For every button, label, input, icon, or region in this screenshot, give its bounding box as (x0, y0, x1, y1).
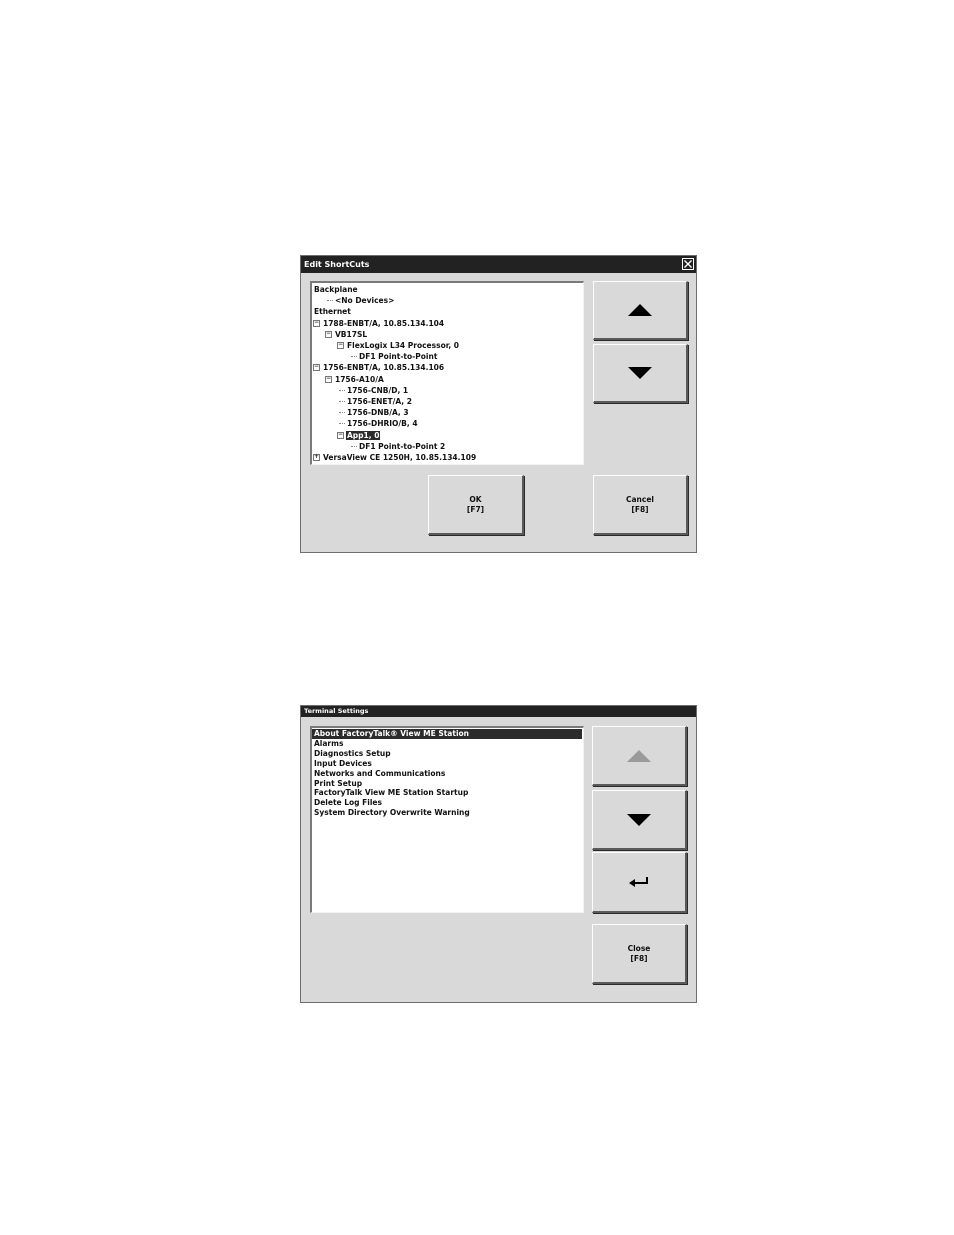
arrow-down-icon (627, 813, 651, 826)
dialog-title-bar: Edit ShortCuts (301, 256, 696, 273)
arrow-down-icon (628, 367, 652, 379)
tree-item[interactable]: − App1, 0 (337, 430, 381, 441)
close-key: [F8] (630, 953, 648, 963)
tree-connector (339, 389, 345, 391)
tree-item[interactable]: DF1 Point-to-Point 2 (349, 441, 446, 452)
tree-item-label: <No Devices> (335, 296, 395, 306)
tree-item[interactable]: 1756-DHRIO/B, 4 (337, 418, 419, 429)
tree-item[interactable]: Ethernet (313, 306, 352, 317)
tree-item-label: VB17SL (335, 329, 368, 339)
list-item[interactable]: Networks and Communications (312, 769, 582, 779)
tree-item-label: App1, 0 (346, 430, 381, 440)
arrow-up-icon (628, 304, 652, 316)
list-item[interactable]: Diagnostics Setup (312, 749, 582, 759)
tree-item-label: 1756-DNB/A, 3 (347, 408, 409, 418)
cancel-label: Cancel (625, 494, 654, 504)
expand-icon[interactable]: + (313, 454, 320, 461)
ok-label: OK (469, 494, 482, 504)
tree-item[interactable]: DF1 Point-to-Point (349, 351, 438, 362)
list-item[interactable]: About FactoryTalk® View ME Station (312, 729, 582, 739)
tree-item[interactable]: + VersaView CE 1250H, 10.85.134.109 (313, 452, 477, 463)
tree-connector (351, 356, 357, 358)
dialog-title-bar: Terminal Settings (301, 706, 696, 717)
collapse-icon[interactable]: − (325, 375, 332, 383)
edit-shortcuts-dialog: Edit ShortCuts Backplane <No Devices> Ethe… (300, 255, 697, 553)
tree-item-label: 1756-CNB/D, 1 (347, 385, 409, 395)
tree-item[interactable]: 1756-ENET/A, 2 (337, 396, 413, 407)
enter-icon (629, 877, 648, 887)
tree-item[interactable]: −1788-ENBT/A, 10.85.134.104 (313, 318, 445, 329)
tree-item-label: 1756-DHRIO/B, 4 (347, 419, 418, 429)
list-item[interactable]: Delete Log Files (312, 798, 582, 808)
settings-list[interactable]: About FactoryTalk® View ME Station Alarms… (310, 726, 584, 913)
tree-item-label: Backplane (314, 285, 358, 294)
close-button[interactable]: Close [F8] (592, 924, 687, 984)
shortcuts-tree[interactable]: Backplane <No Devices> Ethernet −1788-ENBT/… (310, 281, 584, 465)
tree-item[interactable]: 1756-CNB/D, 1 (337, 385, 409, 396)
collapse-icon[interactable]: − (313, 364, 320, 372)
scroll-up-button[interactable] (592, 726, 687, 786)
tree-item-label: 1788-ENBT/A, 10.85.134.104 (323, 318, 445, 328)
list-item[interactable]: System Directory Overwrite Warning (312, 808, 582, 818)
enter-button[interactable] (592, 852, 687, 913)
close-label: Close (627, 943, 651, 953)
collapse-icon[interactable]: − (337, 342, 344, 349)
arrow-up-icon (627, 749, 651, 762)
tree-connector (339, 423, 345, 425)
close-button[interactable] (682, 258, 694, 270)
list-item[interactable]: Input Devices (312, 759, 582, 769)
list-item[interactable]: Alarms (312, 739, 582, 749)
cancel-button[interactable]: Cancel [F8] (593, 475, 688, 535)
dialog-title: Edit ShortCuts (304, 260, 370, 269)
collapse-icon[interactable]: − (337, 431, 344, 439)
tree-connector (339, 401, 345, 402)
scroll-up-button[interactable] (593, 281, 688, 340)
scroll-down-button[interactable] (592, 790, 687, 850)
collapse-icon[interactable]: − (313, 319, 320, 327)
tree-item[interactable]: <No Devices> (325, 295, 395, 306)
tree-item[interactable]: −1756-A10/A (325, 374, 385, 385)
list-item[interactable]: FactoryTalk View ME Station Startup (312, 788, 582, 798)
ok-button[interactable]: OK [F7] (428, 475, 524, 535)
scroll-down-button[interactable] (593, 344, 688, 403)
tree-item-label: Ethernet (314, 307, 351, 317)
terminal-settings-dialog: Terminal Settings About FactoryTalk® Vie… (300, 705, 697, 1003)
dialog-title: Terminal Settings (304, 707, 369, 715)
tree-item-label: 1756-ENET/A, 2 (347, 397, 412, 406)
tree-item[interactable]: − VB17SL (325, 329, 368, 340)
tree-item-label: 1756-ENBT/A, 10.85.134.106 (323, 363, 445, 373)
tree-item-label: DF1 Point-to-Point 2 (359, 441, 446, 451)
tree-item-label: DF1 Point-to-Point (359, 352, 438, 362)
cancel-key: [F8] (631, 504, 649, 514)
close-icon (684, 260, 692, 268)
tree-item-label: VersaView CE 1250H, 10.85.134.109 (323, 453, 477, 462)
tree-item-label: 1756-A10/A (335, 374, 384, 384)
tree-item[interactable]: −1756-ENBT/A, 10.85.134.106 (313, 362, 445, 373)
ok-key: [F7] (466, 504, 485, 514)
tree-connector (327, 300, 333, 302)
tree-item-label: FlexLogix L34 Processor, 0 (347, 341, 460, 350)
tree-item[interactable]: 1756-DNB/A, 3 (337, 407, 410, 418)
tree-connector (339, 412, 345, 414)
list-item[interactable]: Print Setup (312, 779, 582, 789)
tree-item[interactable]: Backplane (313, 284, 359, 295)
tree-connector (351, 445, 357, 447)
collapse-icon[interactable]: − (325, 330, 332, 338)
tree-item[interactable]: − FlexLogix L34 Processor, 0 (337, 340, 460, 351)
